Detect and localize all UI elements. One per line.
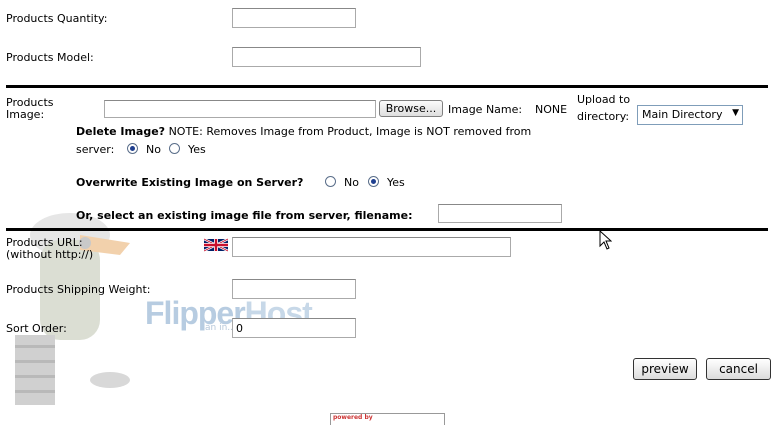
powered-by-text: powered by [333, 414, 373, 421]
upload-directory-value: Main Directory [642, 108, 723, 121]
existing-file-input[interactable] [438, 204, 562, 223]
delete-image-label: Delete Image? [76, 125, 166, 138]
overwrite-yes-label: Yes [387, 176, 405, 189]
upload-label-line1: Upload to [577, 93, 631, 106]
model-label: Products Model: [6, 51, 94, 64]
delete-yes-label: Yes [188, 143, 206, 156]
sort-label: Sort Order: [6, 322, 67, 335]
powered-by-badge[interactable]: powered by [330, 413, 445, 425]
delete-image-row: Delete Image? NOTE: Removes Image from P… [76, 125, 531, 138]
divider-top [6, 85, 768, 88]
url-input[interactable] [232, 237, 511, 257]
image-name-label: Image Name: [448, 103, 523, 116]
overwrite-yes-radio[interactable] [368, 176, 379, 187]
delete-no-label: No [146, 143, 161, 156]
cancel-button[interactable]: cancel [706, 358, 771, 380]
mouse-cursor-icon [599, 230, 612, 250]
shipping-label: Products Shipping Weight: [6, 283, 151, 296]
upload-directory-select[interactable]: Main Directory ▼ [637, 105, 743, 125]
overwrite-no-radio[interactable] [325, 176, 336, 187]
image-name-value: NONE [535, 103, 568, 116]
uk-flag-icon [204, 238, 228, 252]
upload-label-line2: directory: [577, 110, 630, 123]
existing-file-label: Or, select an existing image file from s… [76, 209, 413, 222]
chevron-down-icon: ▼ [732, 108, 739, 118]
divider-bottom [6, 228, 768, 231]
delete-yes-radio[interactable] [169, 143, 180, 154]
image-label-line2: Image: [6, 108, 45, 121]
preview-button[interactable]: preview [633, 358, 697, 380]
overwrite-no-label: No [344, 176, 359, 189]
quantity-label: Products Quantity: [6, 12, 108, 25]
delete-note: NOTE: Removes Image from Product, Image … [168, 125, 532, 138]
model-input[interactable] [232, 47, 421, 67]
browse-button[interactable]: Browse... [379, 100, 443, 117]
sort-input[interactable] [232, 318, 356, 338]
image-file-input[interactable] [104, 100, 376, 118]
delete-no-radio[interactable] [127, 143, 138, 154]
overwrite-label: Overwrite Existing Image on Server? [76, 176, 304, 189]
delete-note-line2: server: [76, 143, 115, 156]
shipping-input[interactable] [232, 279, 356, 299]
url-label-line2: (without http://) [6, 248, 94, 261]
quantity-input[interactable] [232, 8, 356, 28]
